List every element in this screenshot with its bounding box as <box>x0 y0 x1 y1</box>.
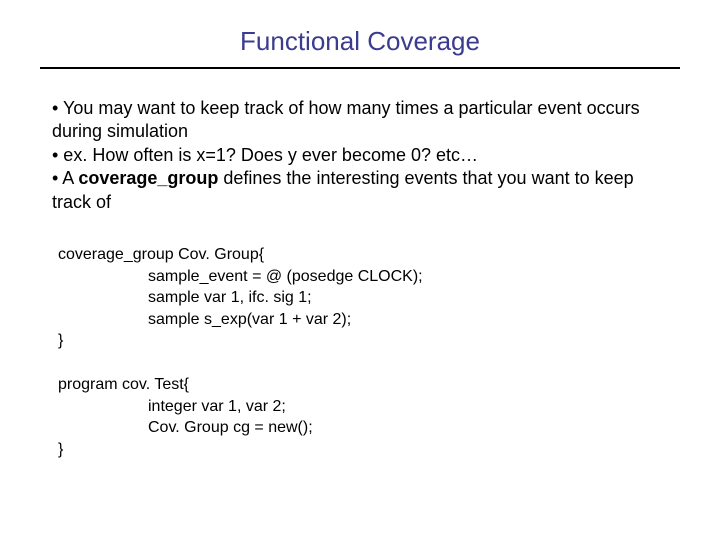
code2-line1: program cov. Test{ <box>58 374 680 396</box>
slide: Functional Coverage • You may want to ke… <box>0 0 720 540</box>
code-block-2: program cov. Test{ integer var 1, var 2;… <box>58 374 680 460</box>
code1-line4: sample s_exp(var 1 + var 2); <box>58 309 680 331</box>
code2-line3: Cov. Group cg = new(); <box>58 417 680 439</box>
bullet-3-prefix: • A <box>52 168 78 188</box>
bullet-3-bold: coverage_group <box>78 168 218 188</box>
slide-title: Functional Coverage <box>40 26 680 57</box>
body-bullets: • You may want to keep track of how many… <box>52 97 670 214</box>
code1-line3: sample var 1, ifc. sig 1; <box>58 287 680 309</box>
code1-line1: coverage_group Cov. Group{ <box>58 244 680 266</box>
code2-line2: integer var 1, var 2; <box>58 396 680 418</box>
title-divider <box>40 67 680 69</box>
bullet-1: • You may want to keep track of how many… <box>52 98 640 141</box>
bullet-2: • ex. How often is x=1? Does y ever beco… <box>52 145 478 165</box>
code-block-1: coverage_group Cov. Group{ sample_event … <box>58 244 680 352</box>
code2-line4: } <box>58 439 680 461</box>
code1-line2: sample_event = @ (posedge CLOCK); <box>58 266 680 288</box>
code1-line5: } <box>58 330 680 352</box>
